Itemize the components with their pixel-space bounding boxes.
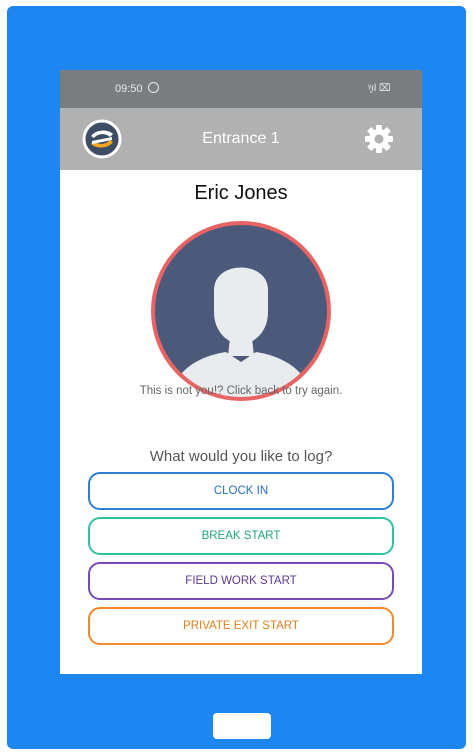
status-time: 09:50 [115,83,143,95]
home-button[interactable] [213,713,271,739]
signal-battery-icon: ᵞ͈ıl ⌧ [368,83,391,94]
private-exit-start-button[interactable]: PRIVATE EXIT START [88,607,394,645]
break-start-button[interactable]: BREAK START [88,517,394,555]
app-bar: Entrance 1 [60,108,422,170]
field-work-start-button[interactable]: FIELD WORK START [88,562,394,600]
clock-in-button[interactable]: CLOCK IN [88,472,394,510]
log-prompt: What would you like to log? [149,448,333,465]
whatsapp-icon [148,82,159,93]
status-bar: 09:50 ᵞ͈ıl ⌧ [60,70,422,108]
gear-icon[interactable] [364,124,394,154]
person-silhouette-icon [151,221,331,401]
user-name: Eric Jones [194,182,288,204]
not-you-hint: This is not you!? Click back to try agai… [139,385,343,397]
app-screen: 09:50 ᵞ͈ıl ⌧ Entrance 1 Eric Jones This … [60,70,422,674]
